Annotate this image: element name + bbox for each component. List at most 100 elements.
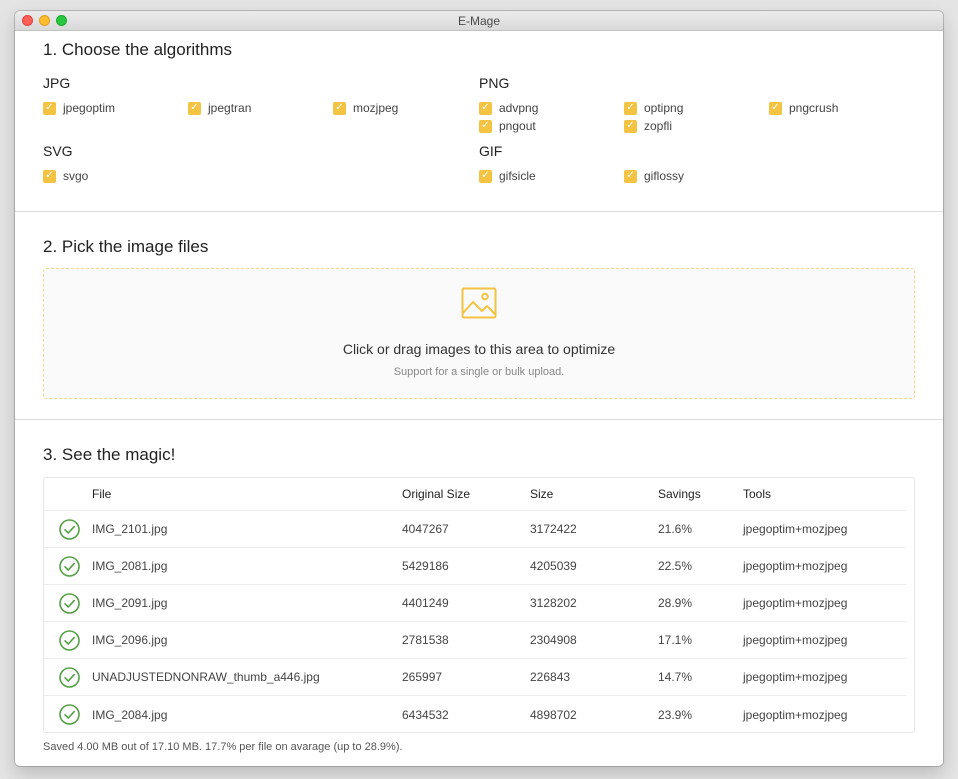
checkbox-checked-icon: ✓ [769, 101, 782, 115]
cell-savings: 22.5% [658, 559, 693, 573]
checkbox-optipng[interactable]: ✓ optipng [624, 101, 683, 115]
dropzone-text: Click or drag images to this area to opt… [342, 341, 616, 357]
cell-file: IMG_2084.jpg [92, 707, 168, 722]
checkbox-giflossy[interactable]: ✓ giflossy [624, 169, 684, 183]
checkbox-label: pngcrush [789, 101, 839, 115]
pick-files-title: 2. Pick the image files [43, 237, 209, 256]
checkbox-svgo[interactable]: ✓ svgo [43, 169, 88, 183]
cell-original-size: 5429186 [402, 559, 449, 573]
checkbox-label: svgo [63, 169, 89, 183]
checkbox-label: giflossy [644, 169, 685, 183]
checkbox-pngout[interactable]: ✓ pngout [479, 119, 536, 133]
table-row[interactable]: IMG_2091.jpg 4401249 3128202 28.9% jpego… [44, 585, 906, 622]
checkbox-zopfli[interactable]: ✓ zopfli [624, 119, 672, 133]
checkbox-pngcrush[interactable]: ✓ pngcrush [769, 101, 838, 115]
png-group-title: PNG [479, 75, 510, 91]
table-row[interactable]: IMG_2101.jpg 4047267 3172422 21.6% jpego… [44, 511, 906, 548]
success-check-icon [44, 592, 92, 614]
maximize-window-button[interactable] [56, 15, 67, 26]
cell-tools: jpegoptim+mozjpeg [743, 633, 848, 647]
checkbox-checked-icon: ✓ [624, 101, 637, 115]
cell-size: 2304908 [530, 633, 577, 647]
checkbox-label: mozjpeg [353, 101, 399, 115]
checkbox-advpng[interactable]: ✓ advpng [479, 101, 538, 115]
cell-original-size: 6434532 [402, 707, 449, 722]
app-window: E-Mage 1. Choose the algorithms JPG ✓ jpe… [15, 11, 943, 766]
cell-size: 4205039 [530, 559, 577, 573]
checkbox-checked-icon: ✓ [43, 169, 56, 183]
algorithms-title: 1. Choose the algorithms [43, 40, 232, 59]
jpg-group-title: JPG [43, 75, 71, 91]
table-row[interactable]: IMG_2096.jpg 2781538 2304908 17.1% jpego… [44, 622, 906, 659]
results-table: File Original Size Size Savings Tools IM… [43, 477, 915, 733]
checkbox-checked-icon: ✓ [479, 169, 492, 183]
cell-file: IMG_2081.jpg [92, 559, 168, 573]
cell-savings: 23.9% [658, 707, 693, 722]
checkbox-label: zopfli [644, 119, 673, 133]
cell-file: IMG_2091.jpg [92, 596, 168, 610]
cell-tools: jpegoptim+mozjpeg [743, 596, 848, 610]
success-check-icon [44, 518, 92, 540]
checkbox-checked-icon: ✓ [624, 119, 637, 133]
results-section: 3. See the magic! [15, 420, 943, 465]
column-header-file[interactable]: File [92, 487, 402, 501]
cell-savings: 28.9% [658, 596, 693, 610]
table-row[interactable]: IMG_2081.jpg 5429186 4205039 22.5% jpego… [44, 548, 906, 585]
checkbox-label: advpng [499, 101, 539, 115]
checkbox-label: pngout [499, 119, 536, 133]
cell-size: 226843 [530, 670, 571, 684]
checkbox-checked-icon: ✓ [479, 101, 492, 115]
window-title: E-Mage [457, 13, 501, 28]
cell-size: 3172422 [530, 522, 577, 536]
title-bar: E-Mage [15, 11, 943, 31]
checkbox-label: optipng [644, 101, 684, 115]
checkbox-mozjpeg[interactable]: ✓ mozjpeg [333, 101, 398, 115]
checkbox-checked-icon: ✓ [188, 101, 201, 115]
svg-group-title: SVG [43, 143, 73, 159]
cell-tools: jpegoptim+mozjpeg [743, 707, 848, 722]
column-header-size[interactable]: Size [530, 487, 658, 501]
cell-tools: jpegoptim+mozjpeg [743, 559, 848, 573]
cell-size: 4898702 [530, 707, 577, 722]
table-header-row: File Original Size Size Savings Tools [44, 478, 906, 511]
image-icon [461, 287, 497, 324]
checkbox-label: jpegoptim [63, 101, 116, 115]
checkbox-jpegoptim[interactable]: ✓ jpegoptim [43, 101, 115, 115]
table-row[interactable]: IMG_2084.jpg 6434532 4898702 23.9% jpego… [44, 696, 906, 733]
cell-file: IMG_2096.jpg [92, 633, 168, 647]
cell-size: 3128202 [530, 596, 577, 610]
column-header-savings[interactable]: Savings [658, 487, 743, 501]
cell-file: UNADJUSTEDNONRAW_thumb_a446.jpg [92, 670, 320, 684]
cell-tools: jpegoptim+mozjpeg [743, 670, 848, 684]
checkbox-checked-icon: ✓ [624, 169, 637, 183]
file-dropzone[interactable]: Click or drag images to this area to opt… [43, 268, 915, 399]
savings-summary: Saved 4.00 MB out of 17.10 MB. 17.7% per… [43, 741, 403, 753]
column-header-tools[interactable]: Tools [743, 487, 906, 501]
checkbox-label: gifsicle [499, 169, 536, 183]
checkbox-gifsicle[interactable]: ✓ gifsicle [479, 169, 536, 183]
cell-original-size: 265997 [402, 670, 443, 684]
cell-savings: 17.1% [658, 633, 693, 647]
success-check-icon [44, 704, 92, 725]
success-check-icon [44, 555, 92, 577]
column-header-original-size[interactable]: Original Size [402, 487, 530, 501]
dropzone-hint: Support for a single or bulk upload. [393, 366, 565, 378]
checkbox-jpegtran[interactable]: ✓ jpegtran [188, 101, 251, 115]
minimize-window-button[interactable] [39, 15, 50, 26]
cell-original-size: 4401249 [402, 596, 449, 610]
pick-files-section: 2. Pick the image files [15, 212, 943, 257]
close-window-button[interactable] [22, 15, 33, 26]
success-check-icon [44, 629, 92, 651]
checkbox-checked-icon: ✓ [43, 101, 56, 115]
checkbox-checked-icon: ✓ [479, 119, 492, 133]
cell-original-size: 4047267 [402, 522, 449, 536]
cell-tools: jpegoptim+mozjpeg [743, 522, 848, 536]
results-title: 3. See the magic! [43, 445, 176, 464]
success-check-icon [44, 666, 92, 688]
cell-file: IMG_2101.jpg [92, 522, 168, 536]
cell-original-size: 2781538 [402, 633, 449, 647]
table-row[interactable]: UNADJUSTEDNONRAW_thumb_a446.jpg 265997 2… [44, 659, 906, 696]
gif-group-title: GIF [479, 143, 503, 159]
window-controls [22, 15, 67, 26]
algorithms-section: 1. Choose the algorithms JPG ✓ jpegoptim … [15, 31, 943, 211]
